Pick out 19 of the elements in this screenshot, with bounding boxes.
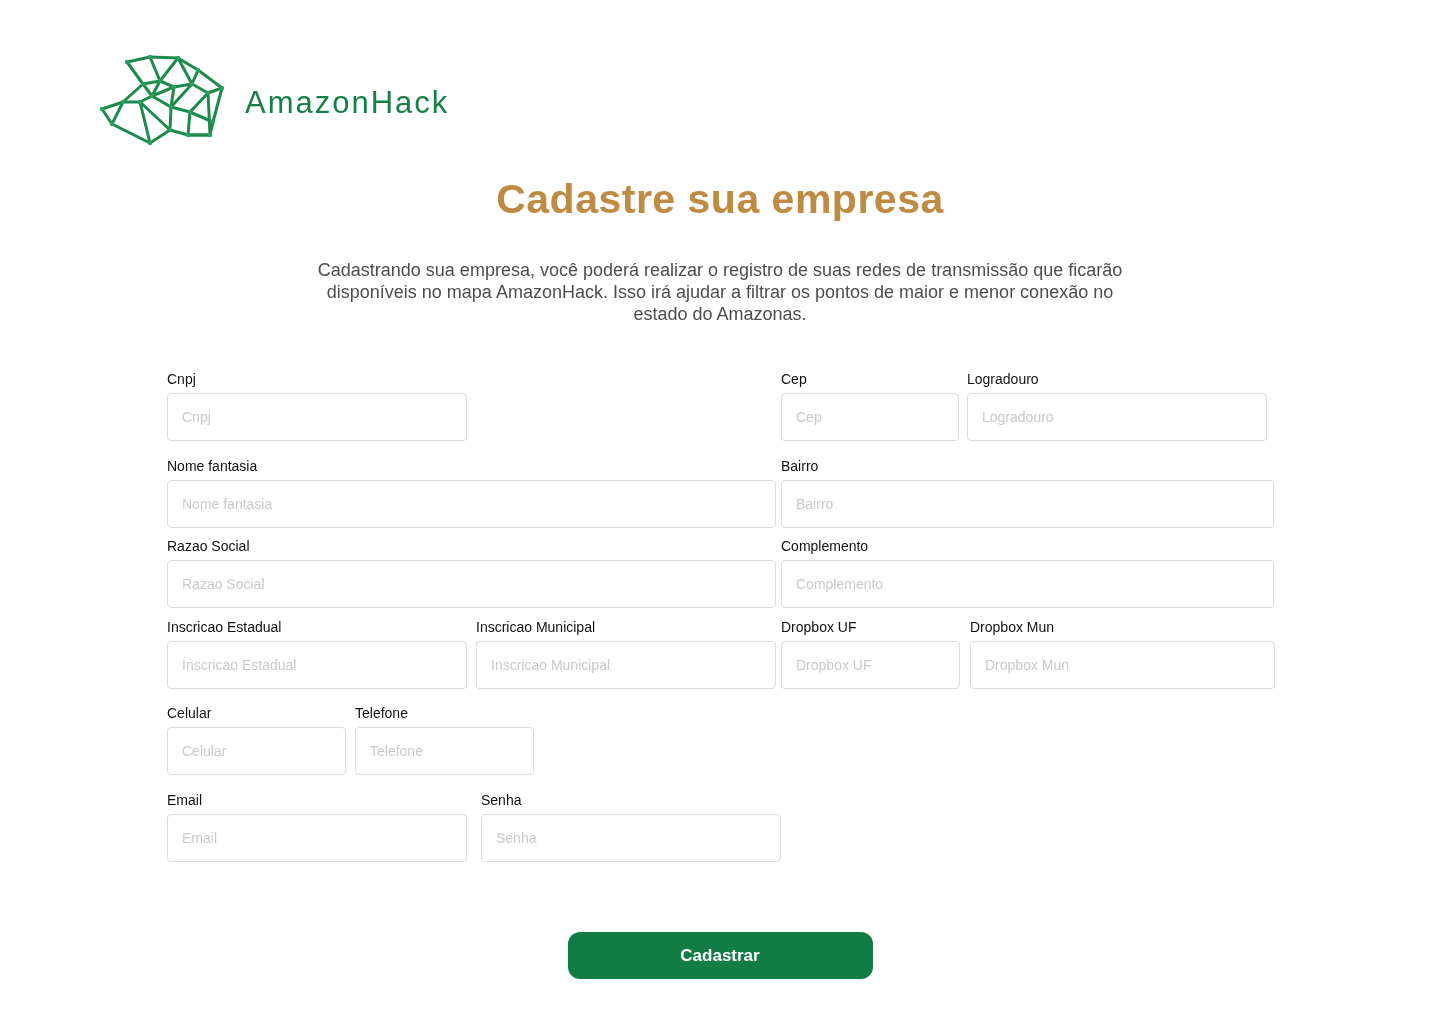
field-label: Cep (781, 371, 808, 388)
brand-name: AmazonHack (245, 85, 450, 121)
field-label: Nome fantasia (167, 458, 259, 475)
field-label: Telefone (355, 705, 409, 722)
page-title: Cadastre sua empresa (495, 176, 945, 223)
submit-button[interactable]: Cadastrar (567, 932, 873, 979)
field-label: Inscricao Estadual (167, 619, 283, 636)
field-label: Logradouro (967, 371, 1040, 388)
field-label: Email (167, 792, 203, 809)
field-label: Dropbox UF (781, 619, 858, 636)
field-label: Complemento (781, 538, 870, 555)
field-label: Senha (481, 792, 523, 809)
field-label: Dropbox Mun (970, 619, 1056, 636)
field-label: Celular (167, 705, 213, 722)
field-label: Inscricao Municipal (476, 619, 597, 636)
field-label: Razao Social (167, 538, 251, 555)
description: Cadastrando sua empresa, você poderá realizar o registro de suas redes de transmissão que ficarão disponíveis no mapa AmazonHack. Isso irá ajudar a filtrar os pontos de maior e menor conexão no estado do Amazonas. (316, 259, 1124, 325)
field-label: Bairro (781, 458, 820, 475)
field-label: Cnpj (167, 371, 197, 388)
